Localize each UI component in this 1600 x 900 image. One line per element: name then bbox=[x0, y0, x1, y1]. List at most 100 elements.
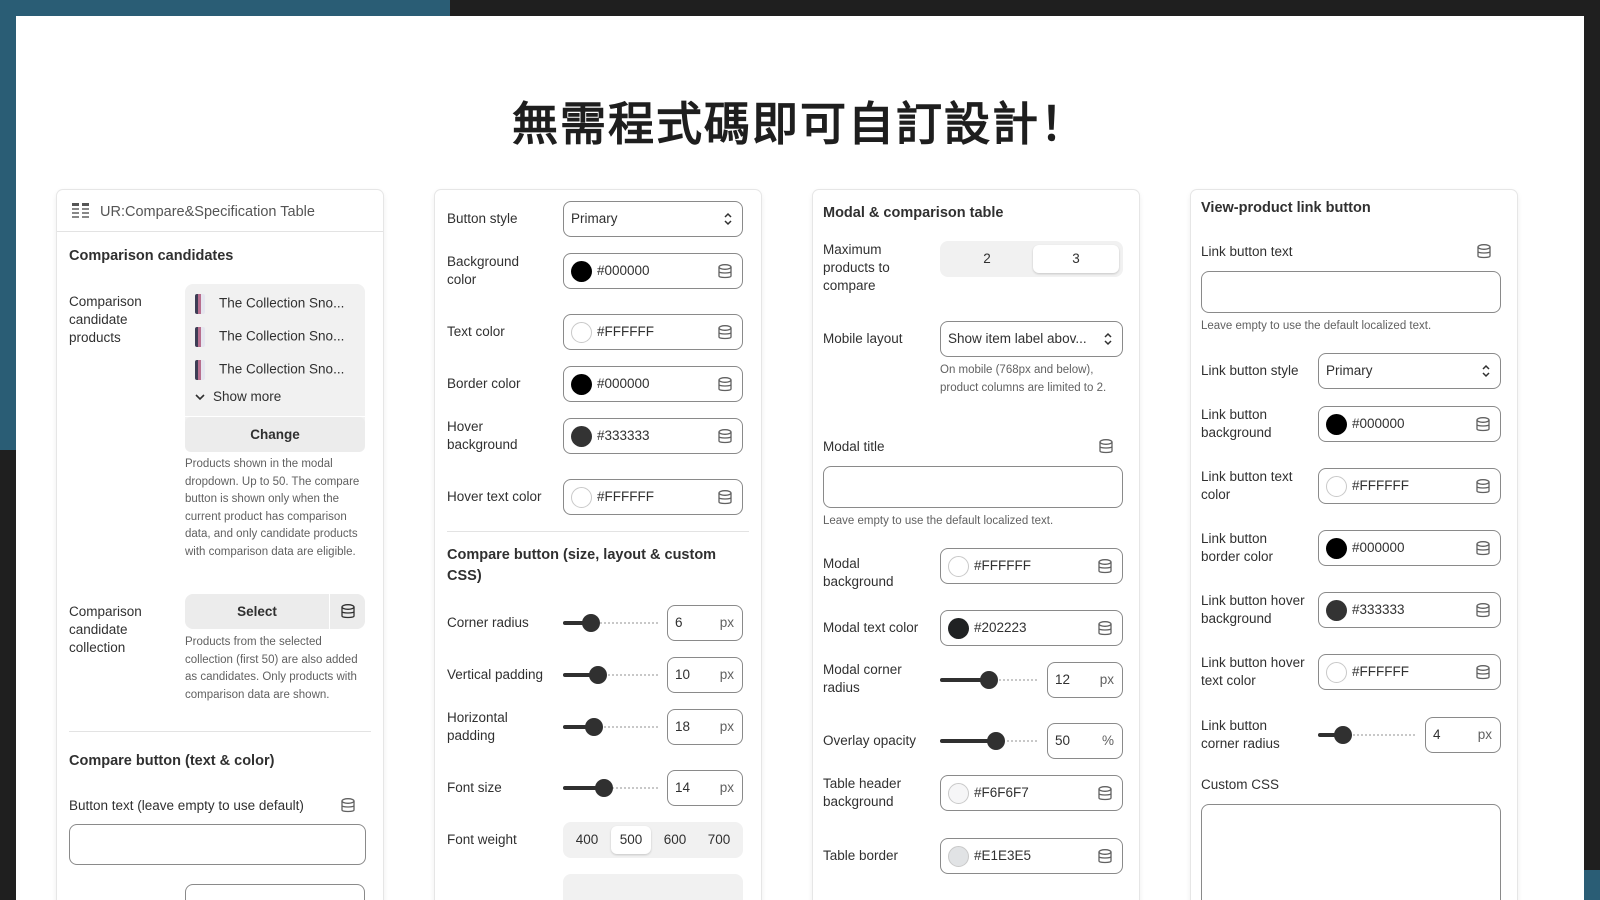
table-header-background-field[interactable]: #F6F6F7 bbox=[940, 775, 1123, 811]
database-icon[interactable] bbox=[341, 798, 355, 813]
section-title-candidates: Comparison candidates bbox=[69, 248, 234, 264]
label-hover-text-color: Hover text color bbox=[447, 489, 542, 504]
slider-thumb[interactable] bbox=[582, 614, 600, 632]
max-products-option[interactable]: 2 bbox=[944, 245, 1030, 273]
link-button-text-color-field[interactable]: #FFFFFF bbox=[1318, 468, 1501, 504]
label-vertical-padding: Vertical padding bbox=[447, 667, 544, 682]
color-swatch[interactable] bbox=[1326, 476, 1347, 497]
font-weight-option[interactable]: 400 bbox=[567, 826, 607, 854]
horizontal-padding-slider[interactable] bbox=[563, 717, 658, 737]
button-style-select[interactable]: Primary bbox=[563, 201, 743, 237]
background-color-field[interactable]: #000000 bbox=[563, 253, 743, 289]
slider-thumb[interactable] bbox=[595, 779, 613, 797]
modal-corner-radius-slider[interactable] bbox=[940, 670, 1037, 690]
button-text-input[interactable] bbox=[69, 824, 366, 865]
corner-radius-slider[interactable] bbox=[563, 613, 658, 633]
overlay-opacity-slider[interactable] bbox=[940, 731, 1037, 751]
database-icon[interactable] bbox=[718, 325, 732, 340]
slider-thumb[interactable] bbox=[980, 671, 998, 689]
database-icon[interactable] bbox=[718, 377, 732, 392]
database-icon[interactable] bbox=[1098, 849, 1112, 864]
color-swatch[interactable] bbox=[571, 374, 592, 395]
link-button-text-input[interactable] bbox=[1201, 271, 1501, 313]
table-border-field[interactable]: #E1E3E5 bbox=[940, 838, 1123, 874]
label-hover-background: Hover background bbox=[447, 419, 518, 452]
database-icon[interactable] bbox=[1476, 541, 1490, 556]
modal-corner-radius-input[interactable]: 12 px bbox=[1047, 662, 1123, 698]
link-button-border-color-field[interactable]: #000000 bbox=[1318, 530, 1501, 566]
mobile-layout-select[interactable]: Show item label abov... bbox=[940, 321, 1123, 357]
modal-background-field[interactable]: #FFFFFF bbox=[940, 548, 1123, 584]
color-swatch[interactable] bbox=[948, 618, 969, 639]
select-collection-button[interactable]: Select bbox=[185, 594, 329, 629]
slider-thumb[interactable] bbox=[589, 666, 607, 684]
color-swatch[interactable] bbox=[571, 322, 592, 343]
color-swatch[interactable] bbox=[571, 261, 592, 282]
product-item[interactable]: The Collection Sno... bbox=[195, 327, 344, 347]
slider-thumb[interactable] bbox=[1334, 726, 1352, 744]
font-size-input[interactable]: 14 px bbox=[667, 770, 743, 806]
color-swatch[interactable] bbox=[1326, 662, 1347, 683]
custom-css-textarea[interactable] bbox=[1201, 804, 1501, 900]
font-weight-option[interactable]: 600 bbox=[655, 826, 695, 854]
product-item[interactable]: The Collection Sno... bbox=[195, 360, 344, 380]
link-button-corner-radius-slider[interactable] bbox=[1318, 725, 1415, 745]
database-icon[interactable] bbox=[1099, 439, 1113, 454]
link-button-style-select[interactable]: Primary bbox=[1318, 353, 1501, 389]
alignment-segmented-partial[interactable] bbox=[563, 874, 743, 900]
database-icon[interactable] bbox=[1098, 786, 1112, 801]
modal-text-color-field[interactable]: #202223 bbox=[940, 610, 1123, 646]
border-color-field[interactable]: #000000 bbox=[563, 366, 743, 402]
label-modal-text-color: Modal text color bbox=[823, 620, 919, 635]
overlay-opacity-input[interactable]: 50% bbox=[1047, 723, 1123, 759]
hover-background-field[interactable]: #333333 bbox=[563, 418, 743, 454]
horizontal-padding-input[interactable]: 18 px bbox=[667, 709, 743, 745]
label-table-border: Table border bbox=[823, 848, 899, 863]
product-item[interactable]: The Collection Sno... bbox=[195, 294, 344, 314]
database-icon[interactable] bbox=[1477, 244, 1491, 259]
modal-title-input[interactable] bbox=[823, 466, 1123, 508]
database-icon[interactable] bbox=[1476, 603, 1490, 618]
database-icon[interactable] bbox=[1476, 417, 1490, 432]
color-swatch[interactable] bbox=[1326, 600, 1347, 621]
vertical-padding-input[interactable]: 10 px bbox=[667, 657, 743, 693]
show-more-link[interactable]: Show more bbox=[195, 389, 281, 404]
database-icon[interactable] bbox=[718, 429, 732, 444]
color-swatch[interactable] bbox=[1326, 414, 1347, 435]
color-swatch[interactable] bbox=[948, 846, 969, 867]
label-background-color: Background color bbox=[447, 254, 520, 287]
label-link-button-hover-background: Link button hover background bbox=[1201, 593, 1305, 626]
link-button-background-field[interactable]: #000000 bbox=[1318, 406, 1501, 442]
color-swatch[interactable] bbox=[948, 556, 969, 577]
slider-thumb[interactable] bbox=[987, 732, 1005, 750]
panel-link-button: View-product link button Link button tex… bbox=[1191, 190, 1517, 900]
next-field-partial[interactable] bbox=[185, 884, 365, 900]
section-title-size: Compare button (size, layout & custom CS… bbox=[447, 547, 717, 584]
link-button-hover-background-field[interactable]: #333333 bbox=[1318, 592, 1501, 628]
database-icon[interactable] bbox=[1098, 559, 1112, 574]
database-icon[interactable] bbox=[718, 490, 732, 505]
color-swatch[interactable] bbox=[948, 783, 969, 804]
color-swatch[interactable] bbox=[571, 487, 592, 508]
database-icon[interactable] bbox=[718, 264, 732, 279]
label-candidate-collection: Comparison candidate collection bbox=[69, 604, 142, 655]
collection-db-button[interactable] bbox=[330, 594, 365, 629]
color-swatch[interactable] bbox=[1326, 538, 1347, 559]
color-swatch[interactable] bbox=[571, 426, 592, 447]
change-button[interactable]: Change bbox=[185, 417, 365, 452]
max-products-option[interactable]: 3 bbox=[1033, 245, 1119, 273]
database-icon[interactable] bbox=[1476, 479, 1490, 494]
vertical-padding-slider[interactable] bbox=[563, 665, 658, 685]
product-thumbnail bbox=[195, 294, 205, 314]
database-icon[interactable] bbox=[1476, 665, 1490, 680]
text-color-field[interactable]: #FFFFFF bbox=[563, 314, 743, 350]
link-button-hover-text-color-field[interactable]: #FFFFFF bbox=[1318, 654, 1501, 690]
hover-text-color-field[interactable]: #FFFFFF bbox=[563, 479, 743, 515]
font-weight-option[interactable]: 700 bbox=[699, 826, 739, 854]
font-weight-option[interactable]: 500 bbox=[611, 826, 651, 854]
corner-radius-input[interactable]: 6 px bbox=[667, 605, 743, 641]
font-size-slider[interactable] bbox=[563, 778, 658, 798]
database-icon[interactable] bbox=[1098, 621, 1112, 636]
slider-thumb[interactable] bbox=[585, 718, 603, 736]
link-button-corner-radius-input[interactable]: 4 px bbox=[1425, 717, 1501, 753]
